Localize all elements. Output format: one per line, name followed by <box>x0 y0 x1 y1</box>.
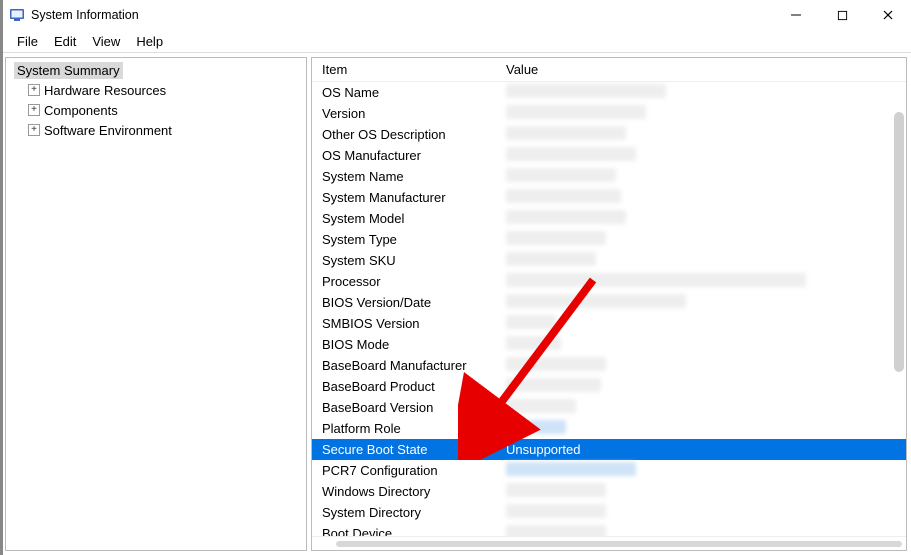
details-row[interactable]: OS Manufacturer <box>312 145 906 166</box>
details-row[interactable]: Version <box>312 103 906 124</box>
menu-file[interactable]: File <box>9 32 46 51</box>
tree-item-software-environment[interactable]: + Software Environment <box>8 120 304 140</box>
tree-label: Software Environment <box>44 123 172 138</box>
details-item-label: BaseBoard Version <box>312 400 502 415</box>
details-item-value <box>502 231 906 248</box>
details-row[interactable]: Windows Directory <box>312 481 906 502</box>
menu-help[interactable]: Help <box>128 32 171 51</box>
vertical-scrollbar[interactable] <box>894 112 904 372</box>
menu-bar: File Edit View Help <box>3 30 911 52</box>
details-item-label: System Name <box>312 169 502 184</box>
details-item-value <box>502 126 906 143</box>
details-item-label: PCR7 Configuration <box>312 463 502 478</box>
details-item-label: System Manufacturer <box>312 190 502 205</box>
details-item-value <box>502 105 906 122</box>
details-item-label: OS Name <box>312 85 502 100</box>
details-item-value <box>502 462 906 479</box>
tree-label: Hardware Resources <box>44 83 166 98</box>
close-button[interactable] <box>865 0 911 30</box>
details-row[interactable]: Other OS Description <box>312 124 906 145</box>
title-bar: System Information <box>3 0 911 30</box>
details-row[interactable]: System Manufacturer <box>312 187 906 208</box>
details-item-value <box>502 84 906 101</box>
column-header-value[interactable]: Value <box>502 62 906 77</box>
details-row[interactable]: Platform Role <box>312 418 906 439</box>
tree-item-components[interactable]: + Components <box>8 100 304 120</box>
details-item-label: SMBIOS Version <box>312 316 502 331</box>
tree-label: System Summary <box>14 62 123 79</box>
details-pane: Item Value OS Name Version Other OS Descri… <box>311 57 907 551</box>
main-split: System Summary + Hardware Resources + Co… <box>3 52 911 555</box>
details-item-label: BIOS Version/Date <box>312 295 502 310</box>
details-item-label: System SKU <box>312 253 502 268</box>
details-row[interactable]: BaseBoard Manufacturer <box>312 355 906 376</box>
details-item-label: Platform Role <box>312 421 502 436</box>
details-item-value <box>502 399 906 416</box>
details-row[interactable]: Processor <box>312 271 906 292</box>
details-item-value <box>502 210 906 227</box>
details-item-value <box>502 525 906 536</box>
details-row[interactable]: Boot Device <box>312 523 906 536</box>
details-item-label: Other OS Description <box>312 127 502 142</box>
navigation-tree-pane: System Summary + Hardware Resources + Co… <box>5 57 307 551</box>
details-item-value <box>502 189 906 206</box>
details-row[interactable]: BIOS Version/Date <box>312 292 906 313</box>
column-header-item[interactable]: Item <box>312 62 502 77</box>
details-row[interactable]: System Model <box>312 208 906 229</box>
expand-icon[interactable]: + <box>28 104 40 116</box>
details-item-label: System Type <box>312 232 502 247</box>
details-row[interactable]: OS Name <box>312 82 906 103</box>
details-row[interactable]: System Type <box>312 229 906 250</box>
details-row[interactable]: PCR7 Configuration <box>312 460 906 481</box>
menu-edit[interactable]: Edit <box>46 32 84 51</box>
details-item-label: Windows Directory <box>312 484 502 499</box>
details-item-value <box>502 336 906 353</box>
window-title: System Information <box>31 8 139 22</box>
app-icon <box>9 7 25 23</box>
details-item-value <box>502 420 906 437</box>
details-row[interactable]: System Name <box>312 166 906 187</box>
details-item-value <box>502 168 906 185</box>
details-item-label: Secure Boot State <box>312 442 502 457</box>
details-item-value <box>502 294 906 311</box>
menu-view[interactable]: View <box>84 32 128 51</box>
expand-icon[interactable]: + <box>28 124 40 136</box>
details-row[interactable]: SMBIOS Version <box>312 313 906 334</box>
details-item-value: Unsupported <box>502 442 906 457</box>
details-item-label: System Model <box>312 211 502 226</box>
details-row[interactable]: System Directory <box>312 502 906 523</box>
details-item-label: System Directory <box>312 505 502 520</box>
details-body: OS Name Version Other OS Description OS Man… <box>312 82 906 536</box>
horizontal-scrollbar[interactable] <box>312 536 906 550</box>
details-item-value <box>502 483 906 500</box>
details-item-value <box>502 147 906 164</box>
details-item-value <box>502 252 906 269</box>
tree-item-hardware-resources[interactable]: + Hardware Resources <box>8 80 304 100</box>
details-row[interactable]: BaseBoard Product <box>312 376 906 397</box>
details-row[interactable]: BIOS Mode <box>312 334 906 355</box>
details-item-label: BaseBoard Product <box>312 379 502 394</box>
details-item-label: BIOS Mode <box>312 337 502 352</box>
details-item-label: BaseBoard Manufacturer <box>312 358 502 373</box>
details-item-value <box>502 357 906 374</box>
details-row[interactable]: BaseBoard Version <box>312 397 906 418</box>
details-row[interactable]: Secure Boot StateUnsupported <box>312 439 906 460</box>
details-item-value <box>502 315 906 332</box>
maximize-button[interactable] <box>819 0 865 30</box>
details-item-label: Boot Device <box>312 526 502 536</box>
tree-item-system-summary[interactable]: System Summary <box>8 60 304 80</box>
tree-label: Components <box>44 103 118 118</box>
expand-icon[interactable]: + <box>28 84 40 96</box>
details-item-label: Version <box>312 106 502 121</box>
details-item-label: Processor <box>312 274 502 289</box>
details-header: Item Value <box>312 58 906 82</box>
details-item-value <box>502 273 906 290</box>
details-item-value <box>502 378 906 395</box>
details-row[interactable]: System SKU <box>312 250 906 271</box>
window-controls <box>773 0 911 30</box>
minimize-button[interactable] <box>773 0 819 30</box>
details-item-label: OS Manufacturer <box>312 148 502 163</box>
details-item-value <box>502 504 906 521</box>
